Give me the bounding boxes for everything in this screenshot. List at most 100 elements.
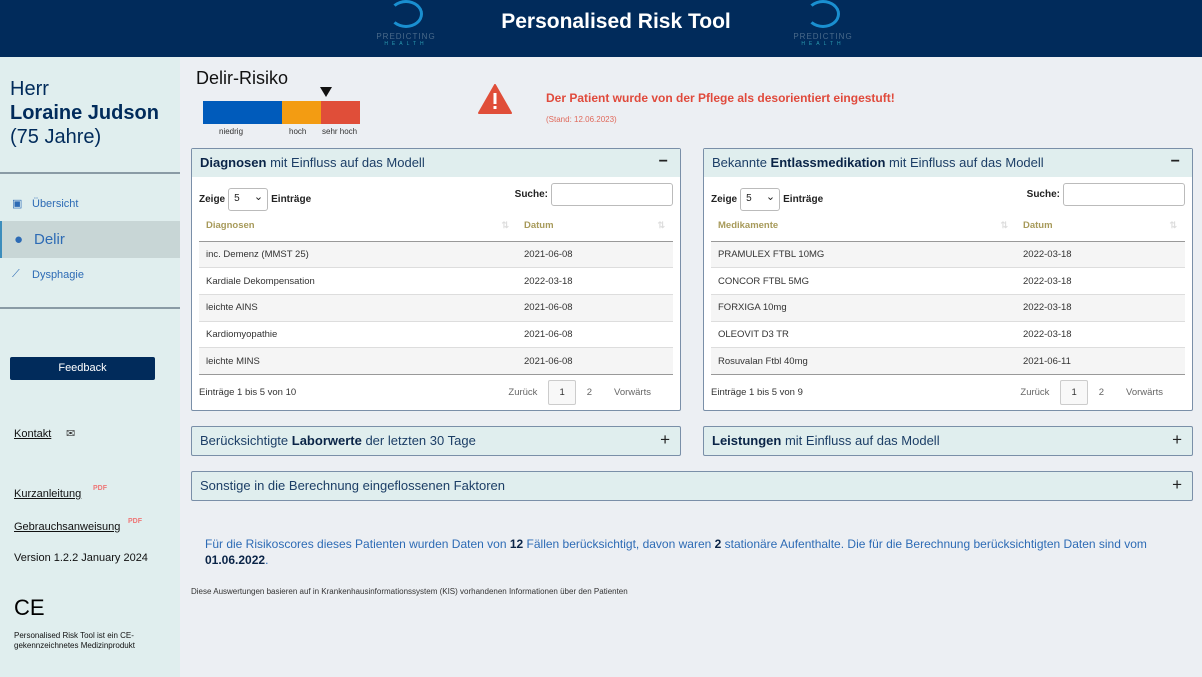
cell: 2022-03-18 xyxy=(1016,293,1185,322)
risk-indicator-arrow xyxy=(320,87,332,97)
column-header-diagnosen[interactable]: Diagnosen xyxy=(199,211,517,242)
entries-label: Einträge xyxy=(783,194,824,205)
risk-bar-hoch xyxy=(282,101,321,124)
show-label: Zeige xyxy=(199,194,226,205)
collapse-button[interactable]: − xyxy=(659,153,668,171)
page-length-select[interactable]: 5 xyxy=(740,188,781,211)
spoon-icon: ⟋ xyxy=(12,268,20,280)
search-input[interactable] xyxy=(1063,183,1185,206)
cell: 2022-03-18 xyxy=(1016,240,1185,268)
cell: CONCOR FTBL 5MG xyxy=(711,267,1016,295)
nav-label: Dysphagie xyxy=(32,268,84,281)
ce-mark: CE xyxy=(14,595,45,620)
cell: 2021-06-08 xyxy=(517,240,673,268)
search-input[interactable] xyxy=(551,183,673,206)
patient-age: (75 Jahre) xyxy=(10,126,102,148)
feedback-button[interactable]: Feedback xyxy=(10,357,155,380)
page-1-button[interactable]: 1 xyxy=(1060,379,1088,405)
table-info: Einträge 1 bis 5 von 9 xyxy=(711,386,803,398)
kis-note: Diese Auswertungen basieren auf in Krank… xyxy=(191,587,628,596)
risk-bar-sehr-hoch xyxy=(321,101,360,124)
prev-button[interactable]: Zurück xyxy=(1009,387,1060,398)
table-row: Kardiomyopathie 2021-06-08 xyxy=(199,320,673,348)
table-row: Rosuvalan Ftbl 40mg 2021-06-11 xyxy=(711,347,1185,375)
cell: Kardiale Dekompensation xyxy=(199,267,517,295)
patient-salutation: Herr xyxy=(10,78,49,100)
risk-label: niedrig xyxy=(219,127,244,136)
pagination: Zurück 1 2 Vorwärts xyxy=(1009,379,1174,405)
risk-title: Delir-Risiko xyxy=(196,68,289,88)
search-label: Suche: xyxy=(514,189,548,200)
table-row: Kardiale Dekompensation 2022-03-18 xyxy=(199,267,673,295)
panel-header: Bekannte Entlassmedikation mit Einfluss … xyxy=(704,149,1192,177)
table-row: inc. Demenz (MMST 25) 2021-06-08 xyxy=(199,240,673,268)
table-row: FORXIGA 10mg 2022-03-18 xyxy=(711,293,1185,322)
main-content: Delir-Risiko niedrig hoch sehr hoch Der … xyxy=(180,57,1202,677)
risk-label: sehr hoch xyxy=(322,127,358,136)
entries-label: Einträge xyxy=(271,194,312,205)
divider xyxy=(0,172,180,174)
collapse-button[interactable]: − xyxy=(1171,153,1180,171)
cell: 2022-03-18 xyxy=(1016,320,1185,348)
cell: 2022-03-18 xyxy=(1016,267,1185,295)
table-row: leichte AINS 2021-06-08 xyxy=(199,293,673,322)
table-row: leichte MINS 2021-06-08 xyxy=(199,347,673,375)
page-length-select[interactable]: 5 xyxy=(228,188,269,211)
patient-name: Loraine Judson xyxy=(10,102,159,124)
kontakt-link[interactable]: Kontakt xyxy=(14,428,51,440)
nav-label: Delir xyxy=(34,231,65,248)
cell: PRAMULEX FTBL 10MG xyxy=(711,240,1016,268)
cell: inc. Demenz (MMST 25) xyxy=(199,240,517,268)
version-text: Version 1.2.2 January 2024 xyxy=(14,552,148,564)
sonstige-faktoren-panel[interactable]: Sonstige in die Berechnung eingeflossene… xyxy=(191,471,1193,501)
panel-header: Diagnosen mit Einfluss auf das Modell − xyxy=(192,149,680,177)
page-2-button[interactable]: 2 xyxy=(1088,387,1115,398)
column-header-datum[interactable]: Datum xyxy=(517,211,673,242)
warning-icon xyxy=(478,84,512,114)
newspaper-icon: ▣ xyxy=(12,198,23,210)
envelope-icon[interactable]: ✉ xyxy=(66,427,75,440)
sidebar: Herr Loraine Judson (75 Jahre) ▣ Übersich… xyxy=(0,57,180,677)
table-info: Einträge 1 bis 5 von 10 xyxy=(199,386,297,398)
expand-button[interactable]: + xyxy=(1172,430,1182,450)
expand-button[interactable]: + xyxy=(660,430,670,450)
search-label: Suche: xyxy=(1026,189,1060,200)
column-header-datum[interactable]: Datum xyxy=(1016,211,1185,242)
leistungen-panel[interactable]: Leistungen mit Einfluss auf das Modell + xyxy=(703,426,1193,456)
page-2-button[interactable]: 2 xyxy=(576,387,603,398)
kurzanleitung-link[interactable]: Kurzanleitung xyxy=(14,488,81,500)
next-button[interactable]: Vorwärts xyxy=(1115,387,1174,398)
cell: Rosuvalan Ftbl 40mg xyxy=(711,347,1016,375)
laborwerte-panel[interactable]: Berücksichtigte Laborwerte der letzten 3… xyxy=(191,426,681,456)
alert-date: (Stand: 12.06.2023) xyxy=(546,115,617,124)
app-title: Personalised Risk Tool xyxy=(501,10,731,33)
page-1-button[interactable]: 1 xyxy=(548,379,576,405)
predicting-health-logo: PREDICTING HEALTH xyxy=(783,0,863,50)
cell: 2021-06-08 xyxy=(517,347,673,375)
diagnosen-table: DiagnosenDatum inc. Demenz (MMST 25)2021… xyxy=(199,211,673,375)
app-header: PREDICTING HEALTH Personalised Risk Tool … xyxy=(0,0,1202,57)
risk-bar-niedrig xyxy=(203,101,282,124)
next-button[interactable]: Vorwärts xyxy=(603,387,662,398)
expand-button[interactable]: + xyxy=(1172,475,1182,495)
cell: FORXIGA 10mg xyxy=(711,293,1016,322)
sidebar-item-delir[interactable]: ● Delir xyxy=(0,221,180,258)
cell: 2021-06-11 xyxy=(1016,347,1185,375)
alert-text: Der Patient wurde von der Pflege als des… xyxy=(546,91,895,105)
gebrauchsanweisung-link[interactable]: Gebrauchsanweisung xyxy=(14,521,120,533)
column-header-medikamente[interactable]: Medikamente xyxy=(711,211,1016,242)
divider xyxy=(0,307,180,309)
cell: leichte AINS xyxy=(199,293,517,322)
patient-info: Herr Loraine Judson (75 Jahre) xyxy=(10,77,159,149)
risk-label: hoch xyxy=(289,127,307,136)
medikation-table: MedikamenteDatum PRAMULEX FTBL 10MG2022-… xyxy=(711,211,1185,375)
pdf-icon[interactable]: PDF xyxy=(128,518,142,525)
prev-button[interactable]: Zurück xyxy=(497,387,548,398)
pdf-icon[interactable]: PDF xyxy=(93,485,107,492)
sidebar-item-dysphagie[interactable]: ⟋ Dysphagie xyxy=(0,268,180,281)
diagnosen-panel: Diagnosen mit Einfluss auf das Modell − Z… xyxy=(191,148,681,411)
medikation-panel: Bekannte Entlassmedikation mit Einfluss … xyxy=(703,148,1193,411)
sidebar-item-uebersicht[interactable]: ▣ Übersicht xyxy=(0,197,180,211)
ce-text: Personalised Risk Tool ist ein CE-gekenn… xyxy=(14,631,135,650)
cell: 2021-06-08 xyxy=(517,293,673,322)
